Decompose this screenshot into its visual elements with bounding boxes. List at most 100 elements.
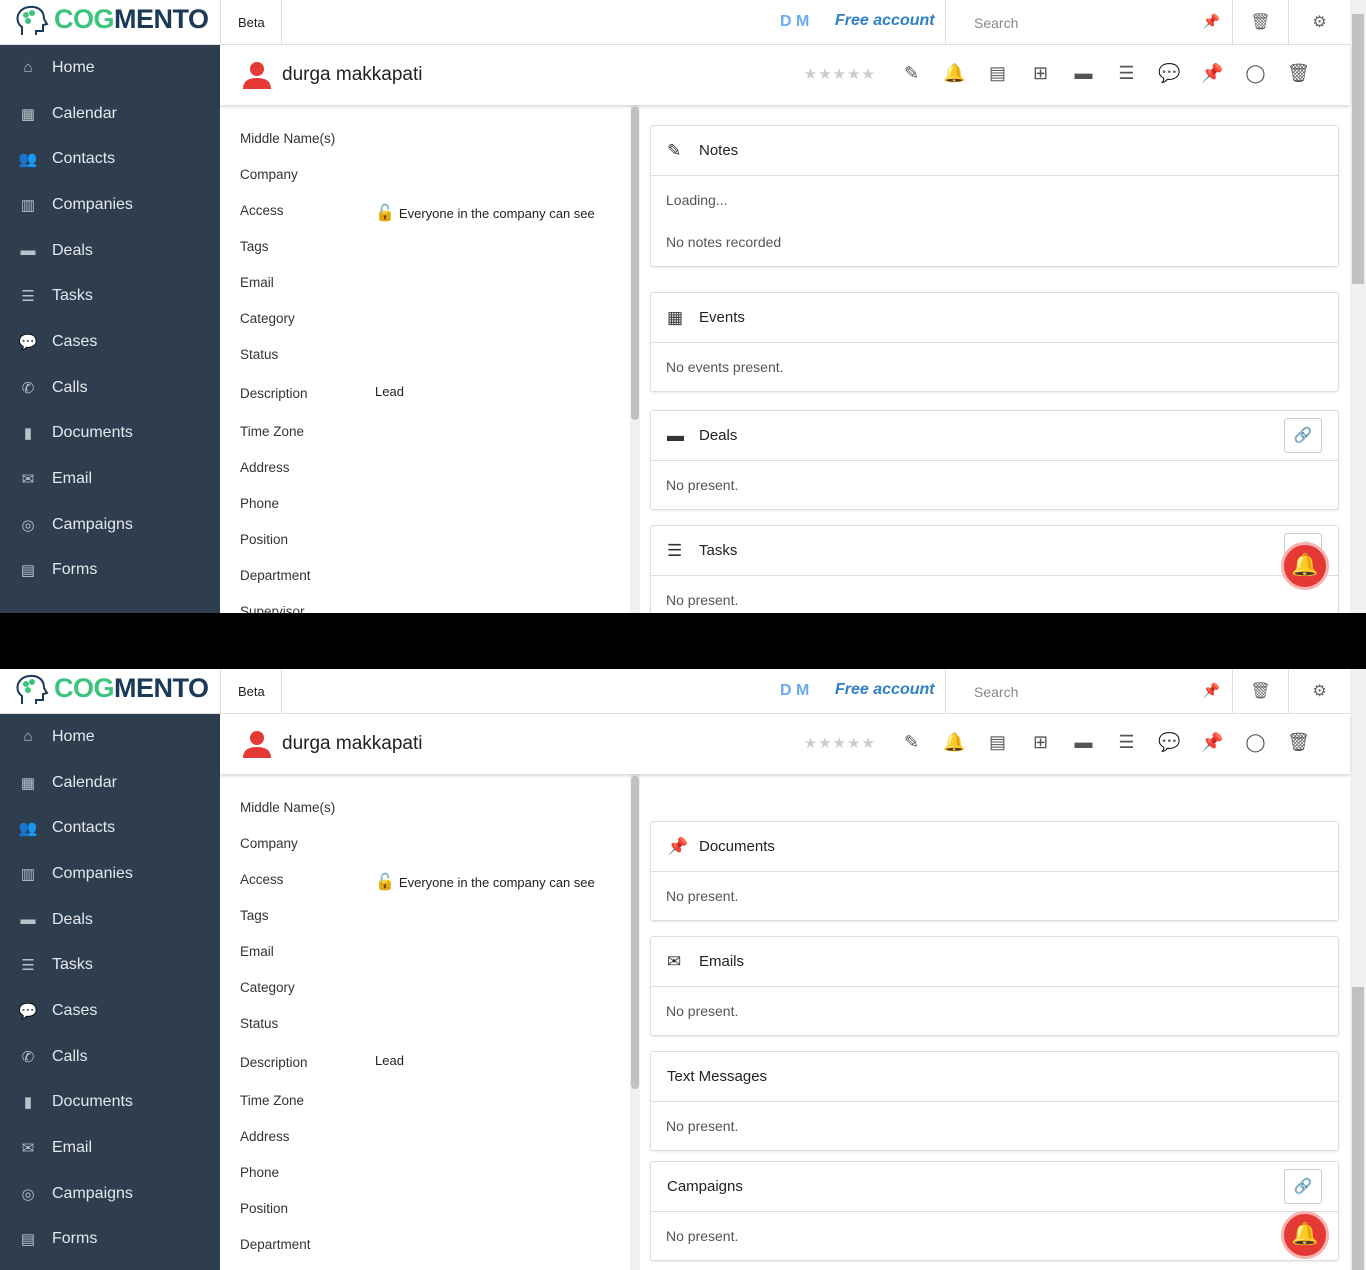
- user-initials[interactable]: D M: [780, 682, 809, 700]
- details-scrollbar[interactable]: [630, 105, 640, 613]
- sidebar-item-companies[interactable]: ▥ Companies: [0, 851, 220, 897]
- sidebar-item-documents[interactable]: ▮ Documents: [0, 1080, 220, 1126]
- app-window: COGMENTO Beta D M Free account Search 📌 🗑…: [0, 0, 1366, 613]
- user-initials[interactable]: D M: [780, 13, 809, 31]
- field-label: Supervisor: [240, 604, 305, 613]
- money-icon[interactable]: ▬: [1062, 732, 1105, 753]
- card-header: ☰Tasks🔗: [651, 526, 1338, 576]
- logo[interactable]: COGMENTO: [14, 4, 209, 37]
- money-icon[interactable]: ▬: [1062, 63, 1105, 84]
- document-icon: ▮: [23, 1094, 33, 1112]
- trash-icon: 🗑: [1250, 683, 1271, 700]
- free-account-link[interactable]: Free account: [835, 12, 935, 30]
- comment-icon[interactable]: ◯: [1234, 63, 1277, 84]
- field-label: Department: [240, 568, 311, 583]
- card-body: No present.: [651, 872, 1338, 920]
- tasks-icon: ☰: [667, 540, 683, 560]
- card-emails: ✉ Emails No present.: [650, 936, 1339, 1036]
- search-input[interactable]: Search 📌: [945, 669, 1233, 714]
- sidebar-item-label: Companies: [52, 195, 133, 213]
- sidebar-item-calendar[interactable]: ▦ Calendar: [0, 760, 220, 806]
- sidebar-item-forms[interactable]: ▤ Forms: [0, 1217, 220, 1263]
- card-body: No present.: [651, 576, 1338, 613]
- trash-button[interactable]: 🗑: [1233, 0, 1289, 45]
- field-label: Middle Name(s): [240, 131, 336, 146]
- pin-icon[interactable]: 📌: [1203, 13, 1220, 30]
- free-account-link[interactable]: Free account: [835, 681, 935, 699]
- rating-stars-icon[interactable]: ★★★★★: [804, 734, 876, 752]
- settings-button[interactable]: ⚙: [1289, 669, 1350, 714]
- pin-icon[interactable]: 📌: [1191, 732, 1234, 753]
- sidebar-item-email[interactable]: ✉ Email: [0, 1125, 220, 1171]
- sidebar-item-deals[interactable]: ▬ Deals: [0, 897, 220, 943]
- pin-icon[interactable]: 📌: [1191, 63, 1234, 84]
- sidebar-item-calls[interactable]: ✆ Calls: [0, 365, 220, 411]
- calendar-add-icon[interactable]: ⊞: [1019, 732, 1062, 753]
- sidebar-item-campaigns[interactable]: ◎ Campaigns: [0, 502, 220, 548]
- card-tasks: ☰Tasks🔗No present.: [650, 525, 1339, 613]
- building-icon: ▥: [20, 865, 36, 883]
- field-label: Status: [240, 347, 279, 362]
- notification-bell-button[interactable]: 🔔: [1281, 1211, 1329, 1259]
- field-value: Lead: [375, 384, 404, 399]
- phone-icon: ✆: [21, 1048, 35, 1066]
- sidebar-item-contacts[interactable]: 👥 Contacts: [0, 805, 220, 851]
- logo[interactable]: COGMENTO: [14, 673, 209, 706]
- sidebar-item-contacts[interactable]: 👥 Contacts: [0, 136, 220, 182]
- top-bar: COGMENTO Beta D M Free account Search 📌 🗑…: [0, 669, 1350, 714]
- related-panels: ✎ Notes Loading... No notes recorded ▦ Events…: [640, 105, 1350, 613]
- rating-stars-icon[interactable]: ★★★★★: [804, 65, 876, 83]
- trash-icon[interactable]: 🗑: [1277, 732, 1320, 753]
- sidebar-item-label: Documents: [52, 424, 133, 442]
- card-text: No present.: [666, 477, 739, 493]
- sidebar-item-documents[interactable]: ▮ Documents: [0, 411, 220, 457]
- calendar-add-icon[interactable]: ⊞: [1019, 63, 1062, 84]
- edit-icon[interactable]: ✎: [890, 732, 933, 753]
- logo-text: COG: [54, 673, 115, 703]
- sidebar-item-cases[interactable]: 💬 Cases: [0, 988, 220, 1034]
- sidebar-item-tasks[interactable]: ☰ Tasks: [0, 942, 220, 988]
- trash-icon[interactable]: 🗑: [1277, 63, 1320, 84]
- comments-icon[interactable]: 💬: [1148, 63, 1191, 84]
- edit-icon[interactable]: ✎: [890, 63, 933, 84]
- sidebar-item-tasks[interactable]: ☰ Tasks: [0, 273, 220, 319]
- bell-icon[interactable]: 🔔: [933, 732, 976, 753]
- sidebar-item-deals[interactable]: ▬ Deals: [0, 228, 220, 274]
- note-icon[interactable]: ▤: [976, 63, 1019, 84]
- sidebar-item-label: Campaigns: [52, 515, 133, 533]
- note-icon[interactable]: ▤: [976, 732, 1019, 753]
- tasks-icon[interactable]: ☰: [1105, 63, 1148, 84]
- page-scrollbar[interactable]: [1350, 669, 1366, 1270]
- settings-button[interactable]: ⚙: [1289, 0, 1350, 45]
- bell-icon[interactable]: 🔔: [933, 63, 976, 84]
- comments-icon[interactable]: 💬: [1148, 732, 1191, 753]
- document-icon: ▮: [23, 425, 33, 443]
- sidebar-item-email[interactable]: ✉ Email: [0, 456, 220, 502]
- home-icon: ⌂: [23, 728, 33, 746]
- sidebar-item-companies[interactable]: ▥ Companies: [0, 182, 220, 228]
- trash-button[interactable]: 🗑: [1233, 669, 1289, 714]
- tasks-icon[interactable]: ☰: [1105, 732, 1148, 753]
- beta-label: Beta: [220, 669, 282, 714]
- sidebar-item-calendar[interactable]: ▦ Calendar: [0, 91, 220, 137]
- notification-bell-button[interactable]: 🔔: [1281, 542, 1329, 590]
- page-scrollbar[interactable]: [1350, 0, 1366, 613]
- sidebar-item-home[interactable]: ⌂ Home: [0, 714, 220, 760]
- sidebar-item-cases[interactable]: 💬 Cases: [0, 319, 220, 365]
- sidebar-item-label: Documents: [52, 1093, 133, 1111]
- comment-icon[interactable]: ◯: [1234, 732, 1277, 753]
- field-label: Category: [240, 980, 295, 995]
- sidebar-item-home[interactable]: ⌂ Home: [0, 45, 220, 91]
- search-input[interactable]: Search 📌: [945, 0, 1233, 45]
- sidebar-item-calls[interactable]: ✆ Calls: [0, 1034, 220, 1080]
- sidebar-item-campaigns[interactable]: ◎ Campaigns: [0, 1171, 220, 1217]
- contact-details: Middle Name(s) Company Access 🔓 Everyone in …: [220, 105, 630, 613]
- sidebar-item-forms[interactable]: ▤ Forms: [0, 548, 220, 594]
- comments-icon: 💬: [18, 1002, 38, 1020]
- link-button[interactable]: 🔗: [1284, 418, 1322, 453]
- details-scrollbar[interactable]: [630, 774, 640, 1270]
- pin-icon[interactable]: 📌: [1203, 682, 1220, 699]
- card-header: 📌 Documents: [651, 822, 1338, 872]
- card-header: ✎ Notes: [651, 126, 1338, 176]
- link-button[interactable]: 🔗: [1284, 1169, 1322, 1204]
